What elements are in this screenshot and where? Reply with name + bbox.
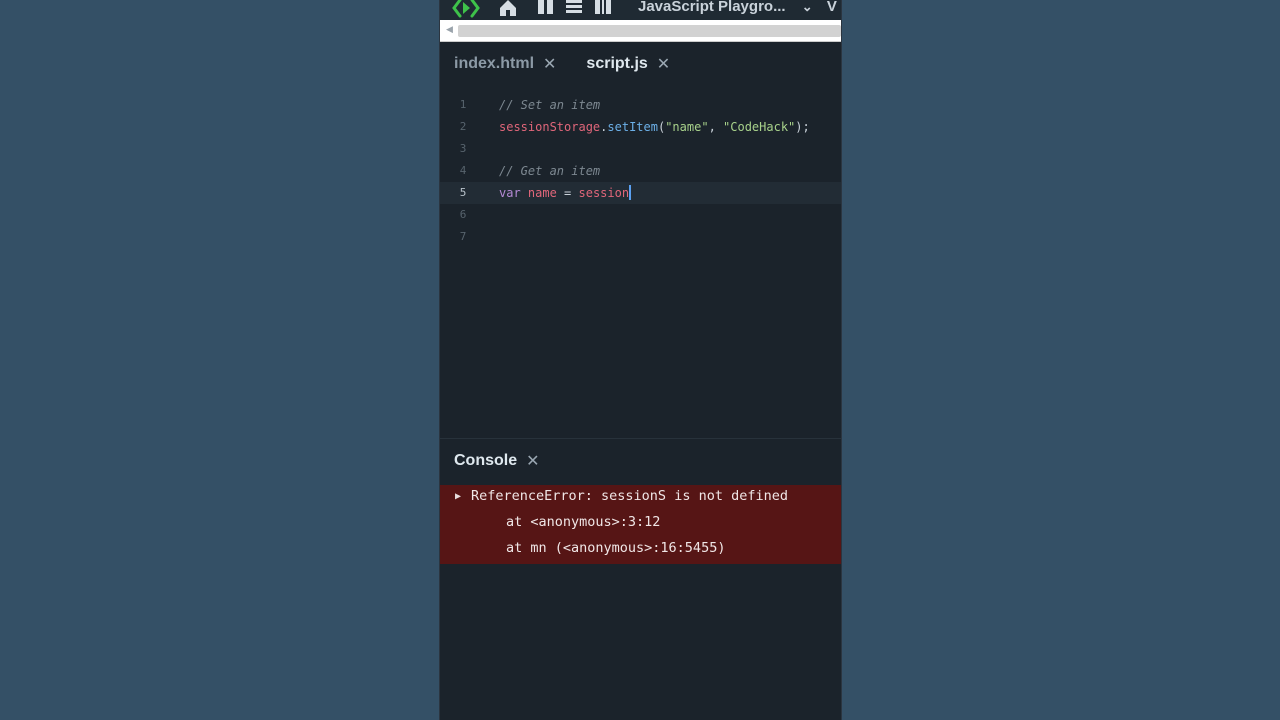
expand-arrow-icon[interactable]: ▶ (455, 491, 461, 502)
code-string: "CodeHack" (723, 120, 796, 134)
scroll-left-arrow-icon[interactable]: ◀ (446, 25, 453, 35)
line-number: 6 (459, 208, 467, 221)
code-line[interactable]: 2 sessionStorage.setItem("name", "CodeHa… (440, 116, 841, 138)
code-line[interactable]: 3 (440, 138, 841, 160)
console-title[interactable]: Console (454, 452, 517, 470)
split-view-icon[interactable] (594, 0, 612, 20)
scroll-thumb[interactable] (458, 25, 841, 37)
tab-label: script.js (586, 55, 648, 72)
console-header: Console ✕ (440, 438, 841, 483)
line-number: 4 (459, 164, 467, 177)
tab-label: index.html (454, 55, 535, 72)
error-stack-line: at mn (<anonymous>:16:5455) (506, 540, 726, 556)
line-number: 2 (459, 120, 467, 133)
close-icon[interactable]: ✕ (657, 54, 670, 74)
code-function: setItem (607, 120, 658, 134)
code-editor[interactable]: 1 // Set an item 2 sessionStorage.setIte… (440, 94, 841, 438)
rows-icon[interactable] (565, 0, 583, 20)
code-line[interactable]: 1 // Set an item (440, 94, 841, 116)
close-icon[interactable]: ✕ (543, 54, 556, 74)
console-error[interactable]: ▶ ReferenceError: sessionS is not define… (440, 485, 841, 564)
code-line[interactable]: 6 (440, 204, 841, 226)
horizontal-scrollbar[interactable]: ◀ (440, 20, 841, 42)
editor-tabs: index.html ✕ script.js ✕ (440, 43, 841, 85)
code-punct: = (556, 186, 579, 200)
code-keyword: var (499, 186, 521, 200)
columns-icon[interactable] (537, 0, 555, 20)
tab-index-html[interactable]: index.html ✕ (454, 54, 556, 74)
chevron-down-icon: ⌄ (801, 0, 813, 14)
code-line-current[interactable]: 5 var name = session (440, 182, 841, 204)
code-punct: , (708, 120, 724, 134)
app-title-text: JavaScript Playgro... (638, 0, 786, 15)
code-string: "name" (665, 120, 709, 134)
code-identifier: session (578, 186, 630, 200)
top-toolbar: JavaScript Playgro... ⌄ V (440, 0, 841, 20)
code-comment: // Set an item (499, 98, 601, 112)
code-punct: ); (795, 120, 810, 134)
close-icon[interactable]: ✕ (526, 451, 539, 471)
error-stack-line: at <anonymous>:3:12 (506, 514, 661, 530)
line-number: 3 (459, 142, 467, 155)
home-icon[interactable] (498, 0, 518, 20)
line-number: 7 (459, 230, 467, 243)
code-object: sessionStorage (499, 120, 601, 134)
line-number: 1 (459, 98, 467, 111)
line-number: 5 (459, 186, 467, 199)
logo-icon[interactable] (452, 0, 480, 20)
title-overflow-text: V (826, 0, 837, 15)
code-comment: // Get an item (499, 164, 601, 178)
text-cursor (629, 185, 632, 200)
tab-script-js[interactable]: script.js ✕ (586, 54, 670, 74)
code-identifier: name (520, 186, 557, 200)
code-line[interactable]: 4 // Get an item (440, 160, 841, 182)
app-title[interactable]: JavaScript Playgro... ⌄ V (638, 0, 837, 15)
app-window: JavaScript Playgro... ⌄ V ◀ index.html ✕… (439, 0, 842, 720)
error-message: ReferenceError: sessionS is not defined (471, 488, 788, 504)
code-line[interactable]: 7 (440, 226, 841, 248)
